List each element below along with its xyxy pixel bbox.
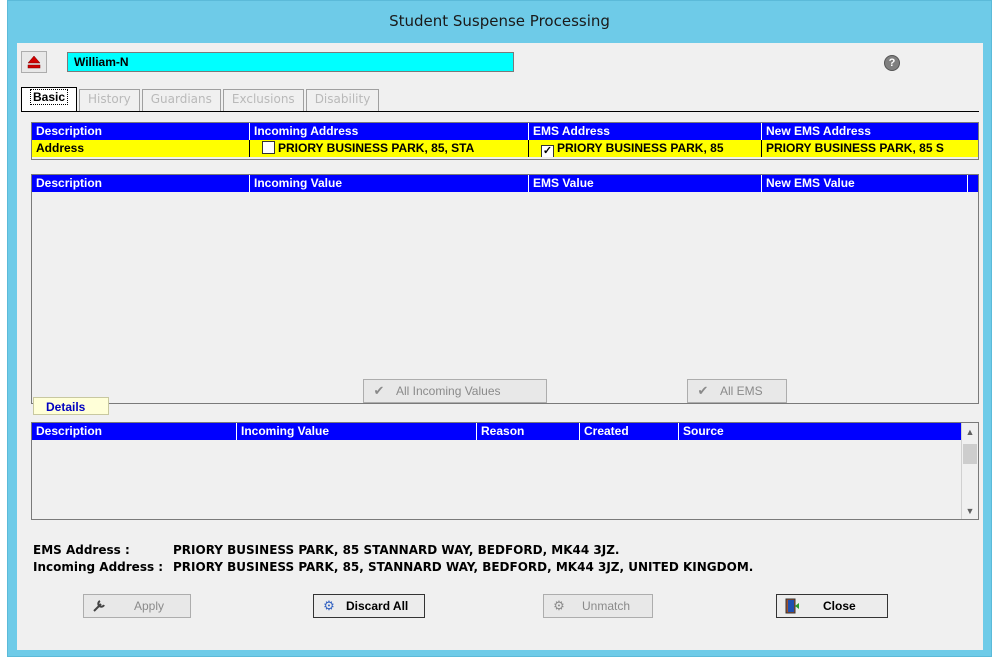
address-grid: Description Incoming Address EMS Address…	[31, 122, 979, 160]
tab-panel-border	[21, 111, 979, 112]
incoming-address-text: PRIORY BUSINESS PARK, 85, STA	[278, 141, 475, 155]
incoming-address-value: PRIORY BUSINESS PARK, 85, STANNARD WAY, …	[173, 560, 754, 574]
ems-address-cell: ✓ PRIORY BUSINESS PARK, 85	[529, 140, 762, 157]
ems-address-value: PRIORY BUSINESS PARK, 85 STANNARD WAY, B…	[173, 543, 620, 557]
ems-address-text: PRIORY BUSINESS PARK, 85	[557, 141, 724, 155]
discard-all-label: Discard All	[346, 599, 409, 613]
checkmark-icon: ✔	[697, 383, 709, 398]
incoming-address-checkbox[interactable]	[262, 141, 275, 154]
checkmark-icon: ✔	[373, 383, 385, 398]
all-ems-button[interactable]: ✔ All EMS	[687, 379, 787, 403]
all-incoming-values-label: All Incoming Values	[396, 384, 501, 398]
gears-icon: ⚙	[553, 598, 565, 613]
client-area: William-N ? Basic History Guardians Excl…	[17, 43, 983, 650]
details-tab[interactable]: Details	[33, 397, 109, 415]
all-ems-label: All EMS	[720, 384, 763, 398]
col-ems-address[interactable]: EMS Address	[529, 123, 762, 140]
col-new-ems-address[interactable]: New EMS Address	[762, 123, 980, 140]
suspense-window: Student Suspense Processing William-N ? …	[7, 0, 992, 657]
col-description[interactable]: Description	[32, 175, 250, 192]
top-bar: William-N ?	[17, 43, 983, 77]
eject-icon	[27, 55, 41, 69]
ems-address-label: EMS Address :	[33, 543, 130, 557]
col-incoming-value[interactable]: Incoming Value	[250, 175, 529, 192]
tab-strip: Basic History Guardians Exclusions Disab…	[21, 87, 381, 111]
close-label: Close	[823, 599, 856, 613]
scroll-down-icon[interactable]: ▼	[962, 502, 978, 519]
values-grid-header: Description Incoming Value EMS Value New…	[32, 175, 978, 192]
all-incoming-values-button[interactable]: ✔ All Incoming Values	[363, 379, 547, 403]
incoming-address-cell: PRIORY BUSINESS PARK, 85, STA	[250, 140, 529, 157]
close-button[interactable]: Close	[776, 594, 888, 618]
tab-history[interactable]: History	[79, 89, 140, 111]
tab-disability[interactable]: Disability	[305, 89, 380, 111]
ems-address-checkbox[interactable]: ✓	[541, 145, 554, 157]
door-exit-icon	[783, 598, 801, 614]
details-scrollbar[interactable]: ▲ ▼	[961, 423, 978, 519]
address-description: Address	[32, 140, 250, 157]
values-grid: Description Incoming Value EMS Value New…	[31, 174, 979, 404]
new-ems-address-text: PRIORY BUSINESS PARK, 85 S	[766, 141, 944, 155]
discard-all-button[interactable]: ⚙ Discard All	[313, 594, 425, 618]
unmatch-button[interactable]: ⚙ Unmatch	[543, 594, 653, 618]
wrench-icon	[90, 598, 108, 614]
col-incoming-address[interactable]: Incoming Address	[250, 123, 529, 140]
ems-address-info: EMS Address : PRIORY BUSINESS PARK, 85 ST…	[33, 543, 620, 557]
address-grid-header: Description Incoming Address EMS Address…	[32, 123, 978, 140]
scroll-up-icon[interactable]: ▲	[962, 423, 978, 440]
col-description[interactable]: Description	[32, 423, 237, 440]
col-incoming-value[interactable]: Incoming Value	[237, 423, 477, 440]
col-ems-value[interactable]: EMS Value	[529, 175, 762, 192]
apply-label: Apply	[134, 599, 165, 613]
details-grid: Description Incoming Value Reason Create…	[31, 422, 979, 520]
gears-icon: ⚙	[323, 598, 335, 613]
eject-button[interactable]	[21, 51, 47, 73]
details-grid-header: Description Incoming Value Reason Create…	[32, 423, 961, 440]
col-reason[interactable]: Reason	[477, 423, 580, 440]
col-new-ems-value[interactable]: New EMS Value	[762, 175, 968, 192]
col-source[interactable]: Source	[679, 423, 963, 440]
scroll-thumb[interactable]	[963, 444, 977, 464]
address-row[interactable]: Address PRIORY BUSINESS PARK, 85, STA ✓ P…	[32, 140, 978, 157]
apply-button[interactable]: Apply	[83, 594, 191, 618]
incoming-address-info: Incoming Address : PRIORY BUSINESS PARK, …	[33, 560, 753, 574]
tab-exclusions[interactable]: Exclusions	[222, 89, 304, 111]
col-created[interactable]: Created	[580, 423, 679, 440]
col-description[interactable]: Description	[32, 123, 250, 140]
incoming-address-label: Incoming Address :	[33, 560, 164, 574]
tab-guardians[interactable]: Guardians	[141, 89, 221, 111]
student-name-field[interactable]: William-N	[67, 52, 514, 72]
window-title: Student Suspense Processing	[389, 12, 610, 30]
unmatch-label: Unmatch	[582, 599, 631, 613]
help-icon[interactable]: ?	[884, 55, 900, 71]
tab-basic[interactable]: Basic	[21, 87, 78, 111]
